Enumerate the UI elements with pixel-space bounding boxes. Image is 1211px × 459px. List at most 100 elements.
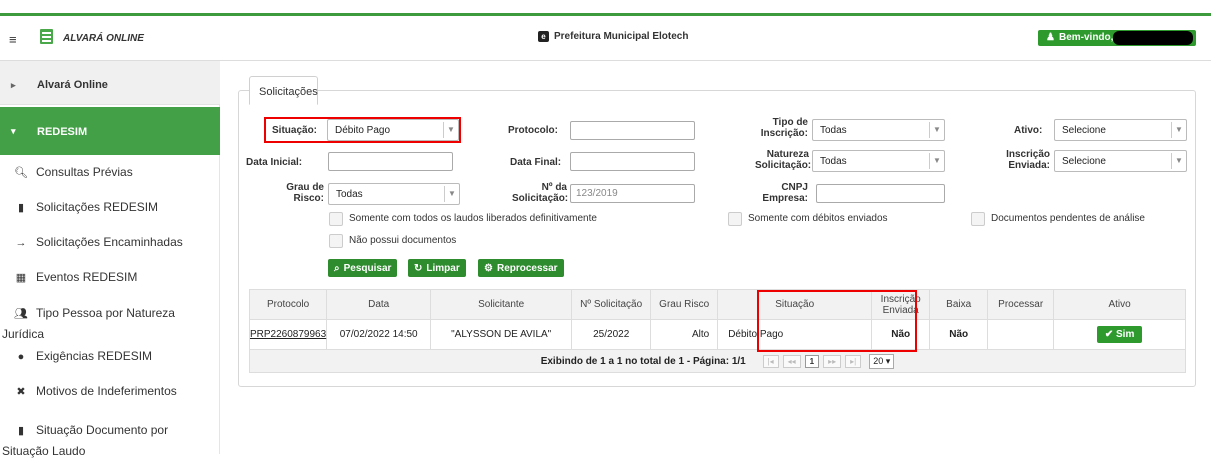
sidebar-item-label-cont: Jurídica bbox=[2, 327, 45, 341]
cell-grau-risco: Alto bbox=[650, 319, 719, 350]
menu-icon[interactable]: ≡ bbox=[9, 32, 17, 47]
situacao-value: Débito Pago bbox=[335, 125, 391, 136]
sidebar-item-solicitacoes-redesim[interactable]: ▮ Solicitações REDESIM bbox=[0, 199, 220, 215]
col-data[interactable]: Data bbox=[326, 289, 432, 320]
tab-solicitacoes[interactable]: Solicitações bbox=[249, 76, 318, 105]
col-baixa[interactable]: Baixa bbox=[929, 289, 989, 320]
chevron-right-icon: ▸ bbox=[11, 80, 16, 90]
debitos-checkbox-label: Somente com débitos enviados bbox=[748, 213, 888, 224]
laudos-checkbox[interactable] bbox=[329, 212, 343, 226]
last-page-button[interactable]: ▸| bbox=[845, 354, 862, 368]
sidebar-item-solicitacoes-encaminhadas[interactable]: → Solicitações Encaminhadas bbox=[0, 234, 220, 250]
inscricao-enviada-value: Selecione bbox=[1062, 156, 1106, 167]
docs-pendentes-checkbox[interactable] bbox=[971, 212, 985, 226]
ativo-sim-button[interactable]: ✔ Sim bbox=[1096, 326, 1143, 343]
natureza-select[interactable]: Todas ▼ bbox=[812, 150, 945, 172]
cell-solicitante: "ALYSSON DE AVILA" bbox=[430, 319, 573, 350]
sidebar-item-motivos[interactable]: ✖ Motivos de Indeferimentos bbox=[0, 383, 220, 399]
protocolo-link[interactable]: PRP2260879963 bbox=[250, 329, 326, 340]
sem-docs-checkbox[interactable] bbox=[329, 234, 343, 248]
brand-icon: e bbox=[538, 31, 549, 42]
cell-processar bbox=[987, 319, 1055, 350]
col-protocolo[interactable]: Protocolo bbox=[248, 289, 328, 320]
natureza-label-1: Natureza bbox=[766, 149, 809, 160]
welcome-text: Bem-vindo, bbox=[1058, 32, 1114, 43]
pesquisar-button[interactable]: ⌕ Pesquisar bbox=[328, 259, 398, 277]
file-icon: ▮ bbox=[17, 425, 25, 437]
chevron-down-icon: ▼ bbox=[443, 122, 458, 138]
sidebar-item-eventos-redesim[interactable]: ▦ Eventos REDESIM bbox=[0, 269, 220, 285]
nsol-label-2: Solicitação: bbox=[512, 193, 569, 204]
cell-ativo: ✔ Sim bbox=[1053, 319, 1186, 350]
brand: e Prefeitura Municipal Elotech bbox=[538, 31, 688, 42]
ativo-select[interactable]: Selecione ▼ bbox=[1054, 119, 1187, 141]
prev-page-button[interactable]: ◂◂ bbox=[782, 354, 801, 368]
sidebar-item-situacao-documento[interactable]: ▮ Situação Documento por Situação Laudo bbox=[0, 422, 220, 459]
user-menu-button[interactable]: ♟ Bem-vindo, bbox=[1038, 30, 1196, 46]
app-title: ALVARÁ ONLINE bbox=[63, 33, 144, 44]
laudos-checkbox-label: Somente com todos os laudos liberados de… bbox=[349, 213, 597, 224]
inscricao-enviada-label: Inscrição Enviada: bbox=[1002, 149, 1050, 171]
col-grau-risco[interactable]: Grau Risco bbox=[650, 289, 719, 320]
pagination-summary: Exibindo de 1 a 1 no total de 1 - Página… bbox=[540, 355, 746, 367]
protocolo-input[interactable] bbox=[570, 121, 695, 140]
col-ativo[interactable]: Ativo bbox=[1053, 289, 1186, 320]
inscricao-enviada-select[interactable]: Selecione ▼ bbox=[1054, 150, 1187, 172]
page-number-button[interactable]: 1 bbox=[804, 354, 820, 368]
users-icon: 👥︎ bbox=[14, 308, 28, 320]
refresh-icon: ↻ bbox=[414, 262, 423, 274]
col-nsolicitacao[interactable]: Nº Solicitação bbox=[571, 289, 652, 320]
table-header-row: Protocolo Data Solicitante Nº Solicitaçã… bbox=[248, 289, 1186, 320]
natureza-value: Todas bbox=[820, 156, 847, 167]
col-processar[interactable]: Processar bbox=[987, 289, 1055, 320]
grau-risco-select[interactable]: Todas ▼ bbox=[328, 183, 460, 205]
sem-docs-checkbox-label: Não possui documentos bbox=[349, 235, 457, 246]
col-solicitante[interactable]: Solicitante bbox=[430, 289, 573, 320]
sidebar-item-redesim[interactable]: ▾ REDESIM bbox=[0, 107, 220, 155]
reprocessar-button[interactable]: ⚙ Reprocessar bbox=[478, 259, 564, 277]
protocolo-label: Protocolo: bbox=[508, 125, 558, 136]
grau-risco-value: Todas bbox=[336, 189, 363, 200]
grau-risco-label: Grau de Risco: bbox=[279, 182, 324, 204]
ativo-label: Ativo: bbox=[1014, 125, 1043, 136]
chevron-down-icon: ▼ bbox=[929, 122, 944, 138]
cnpj-input[interactable] bbox=[816, 184, 945, 203]
debitos-checkbox[interactable] bbox=[728, 212, 742, 226]
nsol-label: Nº da Solicitação: bbox=[512, 182, 569, 204]
cell-protocolo[interactable]: PRP2260879963 bbox=[248, 319, 328, 350]
first-page-button[interactable]: |◂ bbox=[762, 354, 779, 368]
gear-icon: ⚙ bbox=[484, 262, 493, 274]
cnpj-label: CNPJ Empresa: bbox=[760, 182, 808, 204]
sidebar-item-label: Situação Documento por bbox=[36, 423, 169, 437]
file-icon: ▮ bbox=[17, 202, 25, 214]
sidebar-item-exigencias[interactable]: ● Exigências REDESIM bbox=[0, 348, 220, 364]
limpar-button[interactable]: ↻ Limpar bbox=[408, 259, 466, 277]
sidebar-item-label: Exigências REDESIM bbox=[36, 349, 153, 363]
table-row[interactable]: PRP2260879963 07/02/2022 14:50 "ALYSSON … bbox=[248, 319, 1186, 350]
sidebar-item-consultas-previas[interactable]: 🔍︎ Consultas Prévias bbox=[0, 164, 220, 180]
redacted-username bbox=[1113, 31, 1193, 45]
nsol-input[interactable]: 123/2019 bbox=[570, 184, 695, 203]
sidebar-item-label-cont: Situação Laudo bbox=[2, 444, 86, 458]
calendar-icon: ▦ bbox=[15, 272, 27, 284]
tipo-inscricao-select[interactable]: Todas ▼ bbox=[812, 119, 945, 141]
cell-nsolicitacao: 25/2022 bbox=[571, 319, 652, 350]
top-bar: ≡ ALVARÁ ONLINE e Prefeitura Municipal E… bbox=[0, 13, 1211, 61]
data-inicial-input[interactable] bbox=[328, 152, 453, 171]
sidebar-item-tipo-pessoa[interactable]: 👥︎ Tipo Pessoa por Natureza Jurídica bbox=[0, 305, 220, 342]
nsol-label-1: Nº da bbox=[541, 182, 567, 193]
situacao-select[interactable]: Débito Pago ▼ bbox=[327, 119, 459, 141]
rows-per-page-value: 20 bbox=[873, 355, 884, 366]
sidebar-item-label: Eventos REDESIM bbox=[36, 270, 138, 284]
tipo-inscricao-value: Todas bbox=[820, 125, 847, 136]
grau-risco-label-1: Grau de bbox=[286, 182, 324, 193]
chevron-down-icon: ▼ bbox=[929, 153, 944, 169]
data-final-input[interactable] bbox=[570, 152, 695, 171]
sidebar-item-label: REDESIM bbox=[37, 126, 88, 138]
inscricao-enviada-label-2: Enviada: bbox=[1008, 160, 1050, 171]
cnpj-label-1: CNPJ bbox=[781, 182, 808, 193]
inscricao-enviada-label-1: Inscrição bbox=[1006, 149, 1050, 160]
next-page-button[interactable]: ▸▸ bbox=[823, 354, 842, 368]
rows-per-page-select[interactable]: 20 ▾ bbox=[869, 353, 895, 369]
sidebar-item-alvara-online[interactable]: ▸ Alvará Online bbox=[0, 61, 220, 105]
